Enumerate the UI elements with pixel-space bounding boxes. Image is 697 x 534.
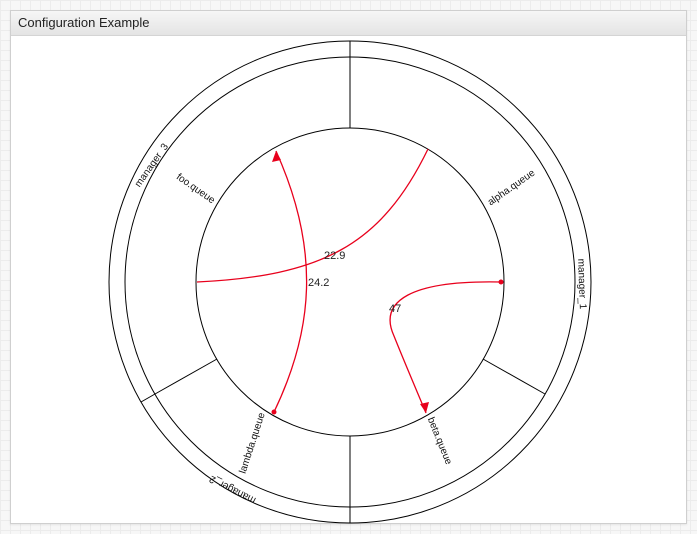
queue-divider — [154, 358, 218, 395]
manager-divider — [140, 393, 156, 403]
widget-panel: Configuration Example 22.9 24.2 47 alpha… — [10, 10, 687, 524]
flow-arrowhead — [420, 402, 429, 413]
flow-value-label: 24.2 — [308, 277, 329, 289]
manager-label-2: manager_2 — [207, 473, 257, 506]
flow-value-label: 22.9 — [324, 250, 345, 262]
queue-divider — [482, 358, 546, 395]
widget-title: Configuration Example — [11, 11, 686, 36]
queue-label-foo: foo.queue — [174, 172, 217, 207]
queue-label-beta: beta.queue — [425, 416, 454, 467]
chord-diagram: 22.9 24.2 47 alpha.queue foo.queue lambd… — [108, 40, 592, 524]
flow-value-label: 47 — [389, 303, 401, 315]
flow-link — [389, 281, 502, 414]
queue-label-alpha: alpha.queue — [486, 167, 538, 208]
flow-link — [196, 148, 429, 283]
flow-source-dot — [271, 409, 277, 415]
widget-body: 22.9 24.2 47 alpha.queue foo.queue lambd… — [11, 36, 686, 524]
queue-label-lambda: lambda.queue — [238, 411, 268, 475]
flow-source-dot — [498, 279, 504, 285]
flow-link — [273, 150, 308, 413]
manager-label-1: manager_1 — [575, 258, 588, 309]
queue-ring — [195, 127, 505, 437]
